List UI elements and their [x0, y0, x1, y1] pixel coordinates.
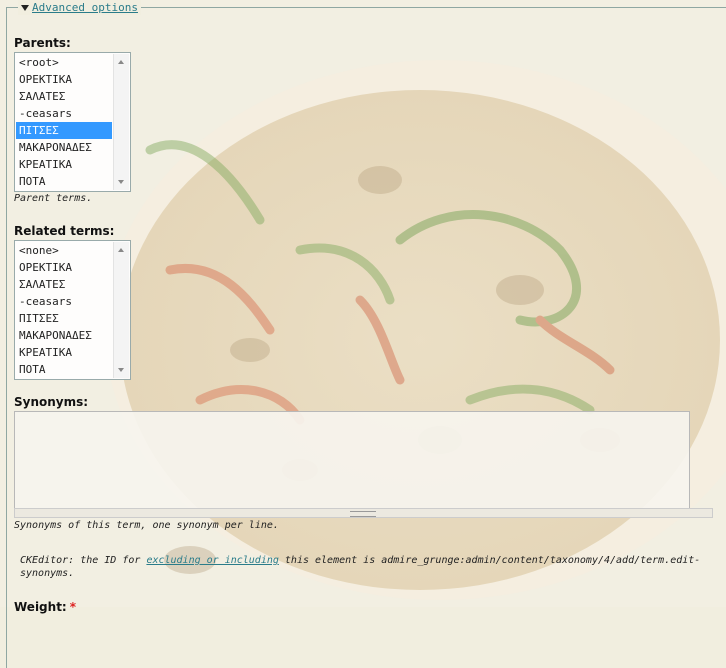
related-option[interactable]: ΣΑΛΑΤΕΣ — [16, 276, 112, 293]
weight-label: Weight: * — [14, 600, 76, 614]
advanced-options-toggle-link[interactable]: Advanced options — [32, 1, 138, 14]
parents-option[interactable]: ΣΑΛΑΤΕΣ — [16, 88, 112, 105]
parents-option[interactable]: <root> — [16, 54, 112, 71]
synonyms-textarea[interactable] — [14, 411, 690, 509]
synonyms-label: Synonyms: — [14, 395, 89, 409]
parents-option[interactable]: ΟΡΕΚΤΙΚΑ — [16, 71, 112, 88]
fieldset-legend[interactable]: Advanced options — [18, 0, 141, 15]
scroll-down-arrow-icon[interactable] — [118, 180, 124, 184]
related-option[interactable]: ΠΙΤΣΕΣ — [16, 310, 112, 327]
related-terms-options: <none> ΟΡΕΚΤΙΚΑ ΣΑΛΑΤΕΣ -ceasars ΠΙΤΣΕΣ ΜΑΚΑΡ… — [16, 242, 112, 378]
scroll-up-arrow-icon[interactable] — [118, 248, 124, 252]
synonyms-description: Synonyms of this term, one synonym per l… — [14, 520, 279, 531]
collapse-triangle-icon[interactable] — [21, 4, 29, 11]
related-option[interactable]: -ceasars — [16, 293, 112, 310]
weight-label-text: Weight: — [14, 600, 67, 614]
excluding-or-including-link[interactable]: excluding or including — [146, 555, 278, 566]
textarea-resize-grippie[interactable] — [14, 508, 713, 518]
parents-description: Parent terms. — [14, 193, 93, 204]
related-option[interactable]: ΠΟΤΑ — [16, 361, 112, 378]
parents-scrollbar[interactable] — [113, 54, 129, 190]
parents-options: <root> ΟΡΕΚΤΙΚΑ ΣΑΛΑΤΕΣ -ceasars ΠΙΤΣΕΣ ΜΑΚΑΡ… — [16, 54, 112, 190]
related-terms-label: Related terms: — [14, 224, 115, 238]
grippie-lines-icon — [350, 511, 376, 517]
required-marker: * — [69, 600, 77, 614]
ckeditor-note-prefix: CKEditor: the ID for — [20, 555, 147, 566]
parents-listbox[interactable]: <root> ΟΡΕΚΤΙΚΑ ΣΑΛΑΤΕΣ -ceasars ΠΙΤΣΕΣ ΜΑΚΑΡ… — [14, 52, 131, 192]
parents-option[interactable]: ΠΟΤΑ — [16, 173, 112, 190]
parents-option[interactable]: ΚΡΕΑΤΙΚΑ — [16, 156, 112, 173]
related-option[interactable]: <none> — [16, 242, 112, 259]
scroll-down-arrow-icon[interactable] — [118, 368, 124, 372]
related-option[interactable]: ΜΑΚΑΡΟΝΑΔΕΣ — [16, 327, 112, 344]
related-terms-listbox[interactable]: <none> ΟΡΕΚΤΙΚΑ ΣΑΛΑΤΕΣ -ceasars ΠΙΤΣΕΣ ΜΑΚΑΡ… — [14, 240, 131, 380]
parents-option[interactable]: ΠΙΤΣΕΣ — [16, 122, 112, 139]
parents-label: Parents: — [14, 36, 71, 50]
related-option[interactable]: ΟΡΕΚΤΙΚΑ — [16, 259, 112, 276]
related-terms-scrollbar[interactable] — [113, 242, 129, 378]
scroll-up-arrow-icon[interactable] — [118, 60, 124, 64]
related-option[interactable]: ΚΡΕΑΤΙΚΑ — [16, 344, 112, 361]
ckeditor-note: CKEditor: the ID for excluding or includ… — [20, 554, 710, 580]
parents-option[interactable]: ΜΑΚΑΡΟΝΑΔΕΣ — [16, 139, 112, 156]
parents-option[interactable]: -ceasars — [16, 105, 112, 122]
